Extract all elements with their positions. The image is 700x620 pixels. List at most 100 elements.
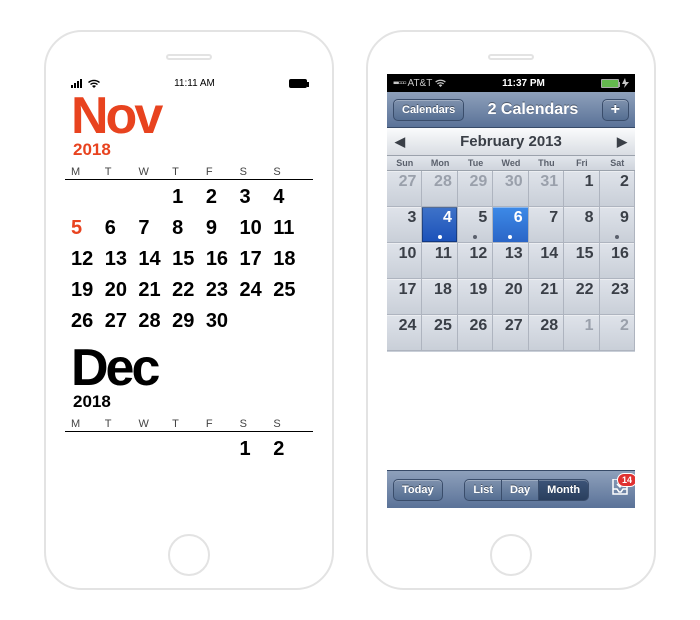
day-cell[interactable]: 19 — [71, 275, 105, 306]
day-cell[interactable]: 9 — [206, 213, 240, 244]
day-cell[interactable]: 2 — [206, 182, 240, 213]
day-cell[interactable]: 15 — [172, 244, 206, 275]
day-cell[interactable]: 12 — [71, 244, 105, 275]
prev-month-button[interactable]: ◀ — [395, 134, 405, 150]
day-cell[interactable]: 23 — [206, 275, 240, 306]
weekday-label: T — [172, 418, 206, 430]
day-cell[interactable]: 11 — [273, 213, 307, 244]
day-cell[interactable]: 17 — [387, 279, 422, 315]
day-cell[interactable]: 19 — [458, 279, 493, 315]
day-cell[interactable]: 18 — [422, 279, 457, 315]
day-cell[interactable]: 8 — [172, 213, 206, 244]
day-cell — [172, 434, 206, 465]
event-list-area[interactable] — [387, 351, 635, 437]
day-cell[interactable]: 2 — [600, 315, 635, 351]
day-cell[interactable]: 4 — [422, 207, 457, 243]
day-cell[interactable]: 27 — [387, 171, 422, 207]
day-cell[interactable]: 4 — [273, 182, 307, 213]
day-cell[interactable]: 9 — [600, 207, 635, 243]
day-cell[interactable]: 14 — [529, 243, 564, 279]
calendar-grid: 1234567891011121314151617181920212223242… — [65, 180, 313, 343]
day-cell — [138, 434, 172, 465]
weekday-row: MTWTFSS — [65, 164, 313, 180]
weekday-label: W — [138, 166, 172, 178]
calendars-back-button[interactable]: Calendars — [393, 99, 464, 121]
day-cell — [71, 434, 105, 465]
view-segment: ListDayMonth — [449, 479, 605, 501]
day-cell[interactable]: 26 — [71, 306, 105, 337]
day-cell[interactable]: 23 — [600, 279, 635, 315]
day-cell[interactable]: 22 — [564, 279, 599, 315]
day-cell[interactable]: 6 — [493, 207, 528, 243]
day-cell[interactable]: 29 — [172, 306, 206, 337]
weekday-row: SunMonTueWedThuFriSat — [387, 156, 635, 171]
day-cell[interactable]: 1 — [172, 182, 206, 213]
day-cell[interactable]: 28 — [529, 315, 564, 351]
day-cell[interactable]: 25 — [422, 315, 457, 351]
day-cell[interactable]: 16 — [600, 243, 635, 279]
day-cell[interactable]: 1 — [240, 434, 274, 465]
day-cell[interactable]: 31 — [529, 171, 564, 207]
day-cell[interactable]: 22 — [172, 275, 206, 306]
day-cell[interactable]: 10 — [387, 243, 422, 279]
day-cell[interactable]: 26 — [458, 315, 493, 351]
next-month-button[interactable]: ▶ — [617, 134, 627, 150]
day-cell[interactable]: 20 — [493, 279, 528, 315]
view-day-button[interactable]: Day — [501, 479, 538, 501]
today-button[interactable]: Today — [393, 479, 443, 501]
day-cell[interactable]: 14 — [138, 244, 172, 275]
add-event-button[interactable]: + — [602, 99, 629, 121]
day-cell[interactable]: 2 — [600, 171, 635, 207]
day-cell — [240, 306, 274, 337]
day-cell[interactable]: 17 — [240, 244, 274, 275]
day-cell[interactable]: 7 — [529, 207, 564, 243]
day-cell[interactable]: 8 — [564, 207, 599, 243]
day-cell[interactable]: 2 — [273, 434, 307, 465]
inbox-button[interactable]: 14 — [611, 479, 629, 500]
day-cell[interactable]: 30 — [493, 171, 528, 207]
day-cell[interactable]: 28 — [422, 171, 457, 207]
day-cell[interactable]: 15 — [564, 243, 599, 279]
day-cell[interactable]: 5 — [71, 213, 105, 244]
day-cell[interactable]: 18 — [273, 244, 307, 275]
view-month-button[interactable]: Month — [538, 479, 589, 501]
day-cell[interactable]: 25 — [273, 275, 307, 306]
day-cell[interactable]: 1 — [564, 171, 599, 207]
day-cell[interactable]: 21 — [529, 279, 564, 315]
day-cell[interactable]: 12 — [458, 243, 493, 279]
day-cell[interactable]: 24 — [240, 275, 274, 306]
day-cell[interactable]: 21 — [138, 275, 172, 306]
day-cell[interactable]: 11 — [422, 243, 457, 279]
phone-speaker — [166, 54, 212, 60]
view-list-button[interactable]: List — [464, 479, 501, 501]
weekday-label: Mon — [422, 156, 457, 170]
phone-right: ▪▪▫▫▫ AT&T 11:37 PM Calendars 2 Calendar… — [366, 30, 656, 590]
day-cell[interactable]: 27 — [493, 315, 528, 351]
day-cell[interactable]: 3 — [387, 207, 422, 243]
day-cell[interactable]: 13 — [105, 244, 139, 275]
day-cell[interactable]: 20 — [105, 275, 139, 306]
day-cell[interactable]: 7 — [138, 213, 172, 244]
weekday-label: S — [240, 166, 274, 178]
day-cell[interactable]: 10 — [240, 213, 274, 244]
day-cell[interactable]: 6 — [105, 213, 139, 244]
weekday-label: Thu — [529, 156, 564, 170]
day-cell[interactable]: 5 — [458, 207, 493, 243]
weekday-label: Sat — [600, 156, 635, 170]
day-cell[interactable]: 29 — [458, 171, 493, 207]
day-cell[interactable]: 28 — [138, 306, 172, 337]
day-cell — [105, 434, 139, 465]
calendar-grid: 12 — [65, 432, 313, 471]
day-cell[interactable]: 3 — [240, 182, 274, 213]
home-button[interactable] — [490, 534, 532, 576]
event-dot-icon — [508, 235, 512, 239]
day-cell[interactable]: 27 — [105, 306, 139, 337]
home-button[interactable] — [168, 534, 210, 576]
day-cell[interactable]: 1 — [564, 315, 599, 351]
day-cell[interactable]: 24 — [387, 315, 422, 351]
day-cell[interactable]: 16 — [206, 244, 240, 275]
day-cell[interactable]: 30 — [206, 306, 240, 337]
day-cell — [105, 182, 139, 213]
month-label-nov: Nov — [65, 91, 313, 140]
day-cell[interactable]: 13 — [493, 243, 528, 279]
